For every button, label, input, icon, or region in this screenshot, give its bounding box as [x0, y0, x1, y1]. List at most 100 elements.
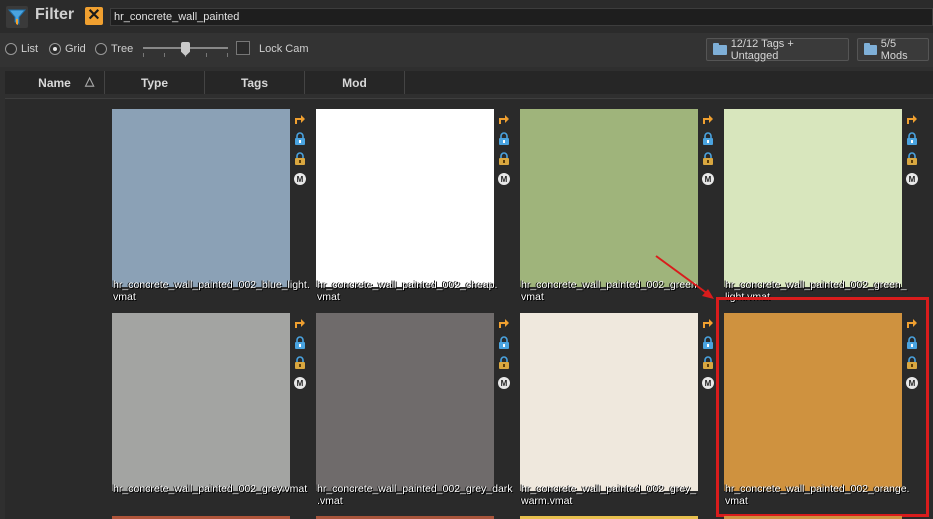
svg-text:M: M [297, 175, 304, 184]
material-thumbnail[interactable] [316, 313, 494, 491]
column-header: Name △ Type Tags Mod [5, 71, 933, 94]
lock-gold-icon[interactable] [701, 355, 715, 371]
clear-filter-button[interactable]: ✕ [85, 7, 103, 25]
radio-off-icon [5, 43, 17, 55]
view-options-row: List Grid Tree Lock Cam 12/12 Tags + Unt… [0, 33, 933, 67]
column-type[interactable]: Type [105, 71, 205, 94]
filter-funnel-icon[interactable] [6, 6, 28, 28]
svg-text:M: M [705, 175, 712, 184]
mod-m-icon[interactable]: M [701, 375, 715, 391]
material-tile[interactable]: Mhr_concrete_wall_painted_002_grey_ warm.… [520, 313, 720, 513]
mod-m-icon[interactable]: M [905, 171, 919, 187]
selected-material-highlight [716, 297, 929, 517]
lock-icon[interactable] [497, 131, 511, 147]
tile-actions: M [497, 315, 513, 391]
view-mode-grid-radio[interactable]: Grid [49, 43, 86, 55]
material-thumbnail[interactable] [112, 109, 290, 287]
column-name-label: Name [38, 75, 71, 90]
material-name: hr_concrete_wall_painted_002_cheap. vmat [317, 279, 498, 303]
svg-text:M: M [501, 175, 508, 184]
lock-icon[interactable] [905, 131, 919, 147]
mods-button-label: 5/5 Mods [880, 37, 908, 62]
column-type-label: Type [140, 75, 169, 90]
mod-m-icon[interactable]: M [701, 171, 715, 187]
mods-filter-button[interactable]: 5/5 Mods [857, 37, 929, 62]
lock-icon[interactable] [293, 335, 307, 351]
lock-cam-label: Lock Cam [259, 43, 309, 55]
filter-label: Filter [35, 6, 75, 23]
mod-m-icon[interactable]: M [293, 171, 307, 187]
sort-ascending-icon: △ [85, 74, 95, 88]
tile-actions: M [497, 111, 513, 187]
svg-text:M: M [705, 379, 712, 388]
tags-button-label: 12/12 Tags + Untagged [730, 37, 794, 62]
svg-text:M: M [297, 379, 304, 388]
lock-gold-icon[interactable] [905, 151, 919, 167]
mod-m-icon[interactable]: M [497, 375, 511, 391]
tree-label: Tree [111, 43, 134, 55]
svg-text:M: M [501, 379, 508, 388]
open-in-editor-icon[interactable] [497, 111, 511, 127]
open-in-editor-icon[interactable] [497, 315, 511, 331]
lock-cam-checkbox[interactable] [236, 41, 250, 55]
lock-gold-icon[interactable] [497, 151, 511, 167]
view-mode-tree-radio[interactable]: Tree [95, 43, 133, 55]
slider-tick [164, 53, 165, 57]
material-tile[interactable]: Mhr_concrete_wall_painted_002_cheap. vmat [316, 109, 516, 309]
lock-icon[interactable] [293, 131, 307, 147]
radio-on-icon [49, 43, 61, 55]
list-label: List [21, 43, 39, 55]
mod-m-icon[interactable]: M [293, 375, 307, 391]
material-tile[interactable]: Mhr_concrete_wall_painted_002_grey.vmat [112, 313, 312, 513]
lock-gold-icon[interactable] [293, 355, 307, 371]
material-tile[interactable]: Mhr_concrete_wall_painted_002_grey_dark.… [316, 313, 516, 513]
filter-bar: Filter ✕ [0, 0, 933, 33]
column-mod-label: Mod [342, 75, 367, 90]
open-in-editor-icon[interactable] [293, 315, 307, 331]
lock-gold-icon[interactable] [293, 151, 307, 167]
material-thumbnail[interactable] [520, 313, 698, 491]
slider-tick [227, 53, 228, 57]
column-name[interactable]: Name △ [5, 71, 105, 94]
tile-actions: M [905, 111, 921, 187]
tile-actions: M [701, 315, 717, 391]
annotation-arrow [655, 255, 714, 299]
thumbnail-size-slider[interactable] [143, 42, 228, 60]
tile-actions: M [293, 315, 309, 391]
open-in-editor-icon[interactable] [701, 315, 715, 331]
material-thumbnail[interactable] [316, 109, 494, 287]
open-in-editor-icon[interactable] [905, 111, 919, 127]
material-thumbnail[interactable] [112, 313, 290, 491]
slider-handle[interactable] [181, 42, 190, 56]
lock-icon[interactable] [497, 335, 511, 351]
tile-actions: M [701, 111, 717, 187]
grid-label: Grid [65, 43, 86, 55]
material-name: hr_concrete_wall_painted_002_grey.vmat [113, 483, 308, 495]
column-tags[interactable]: Tags [205, 71, 305, 94]
column-mod[interactable]: Mod [305, 71, 405, 94]
slider-tick [206, 53, 207, 57]
material-tile[interactable]: Mhr_concrete_wall_painted_002_green_ ligh… [724, 109, 924, 309]
material-name: hr_concrete_wall_painted_002_blue_light.… [113, 279, 310, 303]
tag-folder-icon [713, 42, 727, 55]
filter-input[interactable] [110, 8, 933, 26]
material-name: hr_concrete_wall_painted_002_grey_dark .v… [317, 483, 513, 507]
open-in-editor-icon[interactable] [701, 111, 715, 127]
column-tags-label: Tags [240, 75, 269, 90]
material-tile[interactable]: Mhr_concrete_wall_painted_002_blue_light… [112, 109, 312, 309]
tags-filter-button[interactable]: 12/12 Tags + Untagged [706, 37, 849, 62]
mod-m-icon[interactable]: M [497, 171, 511, 187]
view-mode-list-radio[interactable]: List [5, 43, 38, 55]
lock-icon[interactable] [701, 131, 715, 147]
svg-text:M: M [909, 175, 916, 184]
mods-folder-icon [864, 42, 877, 55]
radio-off-icon [95, 43, 107, 55]
slider-tick [143, 53, 144, 57]
lock-icon[interactable] [701, 335, 715, 351]
lock-gold-icon[interactable] [701, 151, 715, 167]
lock-gold-icon[interactable] [497, 355, 511, 371]
tile-actions: M [293, 111, 309, 187]
material-name: hr_concrete_wall_painted_002_grey_ warm.v… [521, 483, 697, 507]
open-in-editor-icon[interactable] [293, 111, 307, 127]
material-thumbnail[interactable] [724, 109, 902, 287]
